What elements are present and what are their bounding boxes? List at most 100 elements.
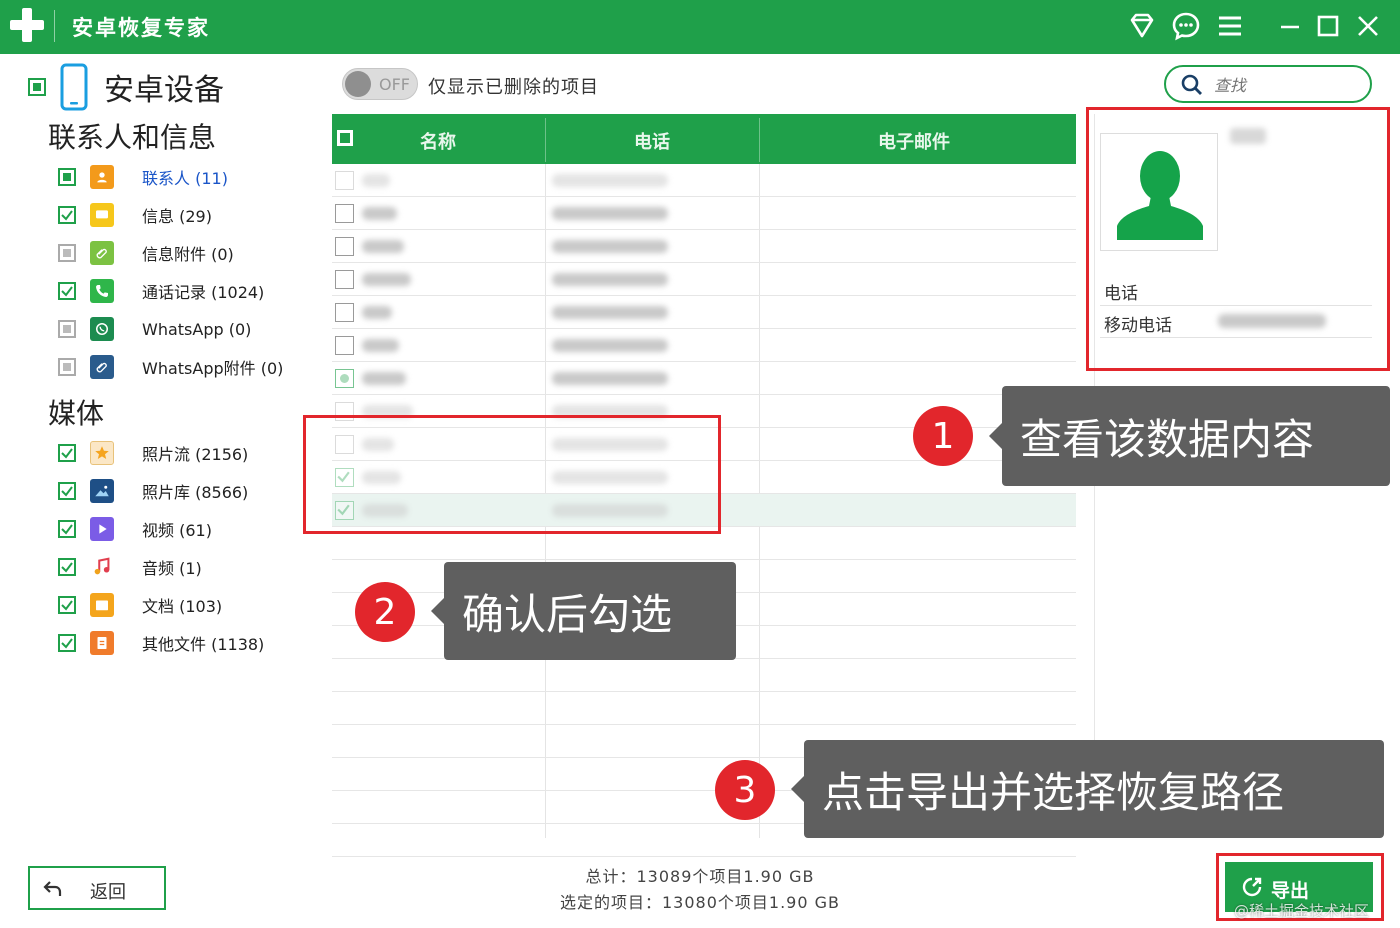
table-row[interactable] — [332, 164, 1076, 197]
message-attachments-label: 信息附件 (0) — [142, 245, 234, 264]
row-checkbox[interactable] — [335, 171, 354, 190]
sidebar-item-documents[interactable]: 文档 (103) — [58, 590, 222, 620]
table-row[interactable] — [332, 362, 1076, 395]
callout-text-2: 确认后勾选 — [462, 589, 673, 639]
sidebar-item-videos[interactable]: 视频 (61) — [58, 514, 212, 544]
table-row[interactable] — [332, 197, 1076, 230]
sidebar-item-photo-stream[interactable]: 照片流 (2156) — [58, 438, 248, 468]
contacts-icon — [90, 165, 114, 189]
messages-icon — [90, 203, 114, 227]
app-logo-icon — [10, 8, 44, 42]
contacts-checkbox[interactable] — [58, 168, 76, 186]
contact-phone-blurred — [552, 306, 668, 319]
selected-items-text: 选定的项目：13080个项目1.90 GB — [560, 893, 840, 912]
totals-summary: 总计：13089个项目1.90 GB 选定的项目：13080个项目1.90 GB — [500, 864, 900, 916]
contacts-label: 联系人 (11) — [142, 169, 228, 188]
other-files-checkbox[interactable] — [58, 634, 76, 652]
callout-confirm-check: 确认后勾选 — [431, 562, 736, 660]
section-media-title: 媒体 — [48, 397, 105, 430]
table-row[interactable] — [332, 263, 1076, 296]
table-header: 名称 电话 电子邮件 — [332, 114, 1076, 164]
sidebar-item-message-attachments[interactable]: 信息附件 (0) — [58, 238, 234, 268]
photo-library-checkbox[interactable] — [58, 482, 76, 500]
back-button[interactable]: 返回 — [28, 866, 166, 910]
minimize-icon[interactable] — [1272, 8, 1308, 44]
search-input[interactable] — [1214, 73, 1354, 97]
table-row[interactable] — [332, 230, 1076, 263]
call-log-label: 通话记录 (1024) — [142, 283, 265, 302]
sidebar-item-messages[interactable]: 信息 (29) — [58, 200, 212, 230]
back-arrow-icon — [43, 881, 62, 896]
export-button-label: 导出 — [1271, 880, 1310, 902]
photo-stream-checkbox[interactable] — [58, 444, 76, 462]
row-checkbox[interactable] — [335, 303, 354, 322]
title-divider — [54, 10, 55, 42]
audio-checkbox[interactable] — [58, 558, 76, 576]
total-items-text: 总计：13089个项目1.90 GB — [585, 867, 815, 886]
row-checkbox[interactable] — [335, 270, 354, 289]
call-log-checkbox[interactable] — [58, 282, 76, 300]
device-row[interactable]: 安卓设备 — [28, 62, 224, 112]
paperclip-icon — [90, 241, 114, 265]
contact-name-blurred — [362, 174, 390, 187]
row-checkbox[interactable] — [335, 336, 354, 355]
table-row[interactable] — [332, 659, 1076, 692]
messages-label: 信息 (29) — [142, 207, 212, 226]
phone-call-icon — [90, 279, 114, 303]
sidebar-item-audio[interactable]: 音频 (1) — [58, 552, 202, 582]
maximize-icon[interactable] — [1310, 8, 1346, 44]
contact-name-blurred — [362, 240, 404, 253]
back-button-label: 返回 — [90, 882, 126, 903]
documents-checkbox[interactable] — [58, 596, 76, 614]
row-checkbox[interactable] — [335, 237, 354, 256]
deleted-only-toggle[interactable]: OFF — [342, 68, 418, 100]
sidebar-item-call-log[interactable]: 通话记录 (1024) — [58, 276, 264, 306]
row-checkbox[interactable] — [335, 204, 354, 223]
video-play-icon — [90, 517, 114, 541]
photo-library-label: 照片库 (8566) — [142, 483, 249, 502]
contact-phone-blurred — [552, 174, 668, 187]
messages-checkbox[interactable] — [58, 206, 76, 224]
menu-icon[interactable] — [1212, 8, 1248, 44]
column-header-name[interactable]: 名称 — [420, 128, 456, 154]
whatsapp-icon — [90, 317, 114, 341]
select-all-checkbox[interactable] — [337, 130, 353, 146]
search-box[interactable] — [1164, 65, 1372, 103]
videos-checkbox[interactable] — [58, 520, 76, 538]
table-row[interactable] — [332, 329, 1076, 362]
section-contacts-title: 联系人和信息 — [48, 121, 217, 154]
toggle-knob — [345, 71, 371, 97]
export-icon — [1242, 877, 1262, 897]
column-header-email[interactable]: 电子邮件 — [878, 128, 950, 154]
table-row[interactable] — [332, 692, 1076, 725]
diamond-icon[interactable] — [1124, 8, 1160, 44]
sidebar-item-whatsapp[interactable]: WhatsApp (0) — [58, 314, 251, 344]
highlight-selected-rows — [303, 415, 721, 534]
phone-icon — [60, 63, 88, 111]
table-row[interactable] — [332, 296, 1076, 329]
sidebar-item-photo-library[interactable]: 照片库 (8566) — [58, 476, 248, 506]
other-files-label: 其他文件 (1138) — [142, 635, 265, 654]
toggle-label: 仅显示已删除的项目 — [428, 77, 599, 98]
contact-phone-blurred — [552, 339, 668, 352]
sidebar-item-contacts[interactable]: 联系人 (11) — [58, 162, 228, 192]
contact-phone-blurred — [552, 273, 668, 286]
contact-name-blurred — [362, 372, 406, 385]
whatsapp-checkbox[interactable] — [58, 320, 76, 338]
documents-label: 文档 (103) — [142, 597, 223, 616]
message-attachments-checkbox[interactable] — [58, 244, 76, 262]
contact-name-blurred — [362, 306, 392, 319]
chat-icon[interactable] — [1168, 8, 1204, 44]
whatsapp-attachments-label: WhatsApp附件 (0) — [142, 359, 284, 378]
sidebar-item-other-files[interactable]: 其他文件 (1138) — [58, 628, 264, 658]
folder-icon — [90, 593, 114, 617]
search-icon — [1181, 74, 1202, 95]
step-badge-2: 2 — [355, 582, 415, 642]
row-checkbox[interactable] — [335, 369, 354, 388]
column-header-phone[interactable]: 电话 — [634, 128, 670, 154]
whatsapp-attachments-checkbox[interactable] — [58, 358, 76, 376]
close-icon[interactable] — [1350, 8, 1386, 44]
sidebar-item-whatsapp-attachments[interactable]: WhatsApp附件 (0) — [58, 352, 283, 382]
device-checkbox[interactable] — [28, 78, 46, 96]
contact-phone-blurred — [552, 240, 668, 253]
